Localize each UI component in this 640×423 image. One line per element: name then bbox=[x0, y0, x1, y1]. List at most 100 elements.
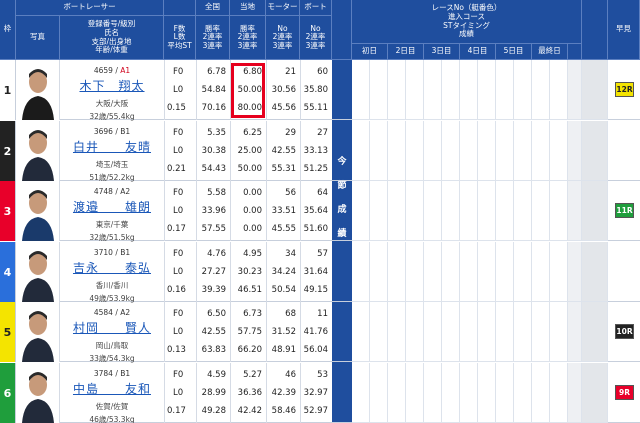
racer-row: 6 3784 / B1 中島 友和 佐賀/佐賀 46歳/53.3kg F0 L0… bbox=[0, 363, 640, 423]
boat-rates: 53 32.97 52.97 bbox=[300, 363, 332, 423]
boat-3-rate: 52.97 bbox=[303, 406, 328, 416]
fl-st: F0 L0 0.15 bbox=[164, 60, 196, 120]
motor-2-rate: 42.55 bbox=[271, 146, 296, 156]
result-cell bbox=[514, 242, 532, 302]
national-2-rate: 27.27 bbox=[201, 267, 226, 277]
local-3-rate: 42.42 bbox=[237, 406, 262, 416]
result-cell bbox=[406, 302, 424, 362]
racer-name-link[interactable]: 渡邉 雄朗 bbox=[60, 198, 164, 215]
result-cell bbox=[514, 181, 532, 241]
national-win-rate: 4.59 bbox=[207, 370, 226, 380]
result-cell bbox=[514, 60, 532, 120]
racer-photo-icon bbox=[22, 251, 54, 302]
result-cell-extra bbox=[568, 181, 582, 241]
local-rates: 0.00 0.00 0.00 bbox=[230, 181, 266, 241]
result-cell bbox=[532, 181, 550, 241]
result-cell bbox=[460, 60, 478, 120]
result-cell-extra bbox=[568, 60, 582, 120]
hayami-race-badge[interactable]: 12R bbox=[615, 82, 634, 97]
national-2-rate: 28.99 bbox=[201, 388, 226, 398]
motor-number: 56 bbox=[285, 188, 296, 198]
national-win-rate: 5.58 bbox=[207, 188, 226, 198]
waku-number: 4 bbox=[0, 242, 16, 302]
local-rates: 6.25 25.00 50.00 bbox=[230, 121, 266, 181]
racer-info: 3784 / B1 中島 友和 佐賀/佐賀 46歳/53.3kg bbox=[60, 363, 164, 423]
national-rates: 5.58 33.96 57.55 bbox=[196, 181, 230, 241]
racer-name-link[interactable]: 中島 友和 bbox=[60, 380, 164, 397]
header-day-4: 4日目 bbox=[460, 44, 496, 60]
racer-row: 1 4659 / A1 木下 翔太 大阪/大阪 32歳/55.4kg F0 L0… bbox=[0, 60, 640, 121]
boat-rates: 57 31.64 49.15 bbox=[300, 242, 332, 302]
boat-3-rate: 51.60 bbox=[303, 224, 328, 234]
result-cell bbox=[352, 60, 370, 120]
racer-info: 3696 / B1 白井 友晴 埼玉/埼玉 51歳/52.2kg bbox=[60, 121, 164, 182]
local-win-rate: 6.73 bbox=[243, 309, 262, 319]
result-cell bbox=[496, 181, 514, 241]
racer-name-link[interactable]: 白井 友晴 bbox=[60, 138, 164, 155]
result-cell bbox=[388, 302, 406, 362]
boat-2-rate: 35.64 bbox=[303, 206, 328, 216]
result-cell bbox=[370, 181, 388, 241]
local-2-rate: 57.75 bbox=[237, 327, 262, 337]
result-cell bbox=[352, 181, 370, 241]
header-fl-top bbox=[164, 0, 196, 16]
racer-class: A1 bbox=[120, 66, 131, 75]
header-photo: 写真 bbox=[16, 16, 60, 60]
racer-name-link[interactable]: 木下 翔太 bbox=[60, 77, 164, 94]
header-day-3: 3日目 bbox=[424, 44, 460, 60]
result-cell bbox=[550, 60, 568, 120]
waku-number: 6 bbox=[0, 363, 16, 423]
racer-photo-icon bbox=[22, 130, 54, 181]
racer-name-link[interactable]: 吉永 泰弘 bbox=[60, 259, 164, 276]
result-cell bbox=[496, 60, 514, 120]
result-gap bbox=[582, 60, 608, 120]
motor-rates: 68 31.52 48.91 bbox=[266, 302, 300, 362]
header-day-2: 2日目 bbox=[388, 44, 424, 60]
result-cell bbox=[460, 302, 478, 362]
racer-name-link[interactable]: 村岡 賢人 bbox=[60, 319, 164, 336]
boat-number: 53 bbox=[317, 370, 328, 380]
result-cell bbox=[550, 302, 568, 362]
boat-2-rate: 41.76 bbox=[303, 327, 328, 337]
f-count: F0 bbox=[173, 128, 184, 138]
motor-rates: 56 33.51 45.55 bbox=[266, 181, 300, 241]
racer-home: 香川/香川 bbox=[95, 281, 129, 290]
result-cell bbox=[442, 181, 460, 241]
hayami-race-badge[interactable]: 11R bbox=[615, 203, 634, 218]
result-cell-extra bbox=[568, 242, 582, 302]
f-count: F0 bbox=[173, 309, 184, 319]
motor-rates: 21 30.56 45.56 bbox=[266, 60, 300, 120]
header-gap bbox=[582, 0, 608, 60]
racer-photo bbox=[16, 60, 60, 120]
result-cell bbox=[514, 363, 532, 423]
local-win-rate: 5.27 bbox=[243, 370, 262, 380]
result-cell bbox=[442, 60, 460, 120]
racer-reg-number: 4748 bbox=[93, 187, 113, 196]
result-cell bbox=[514, 302, 532, 362]
result-cell bbox=[532, 363, 550, 423]
local-win-rate: 0.00 bbox=[243, 188, 262, 198]
national-win-rate: 6.50 bbox=[207, 309, 226, 319]
boat-3-rate: 55.11 bbox=[303, 103, 328, 113]
national-2-rate: 30.38 bbox=[201, 146, 226, 156]
l-count: L0 bbox=[173, 206, 184, 216]
result-cell bbox=[424, 363, 442, 423]
f-count: F0 bbox=[173, 67, 184, 77]
national-3-rate: 49.28 bbox=[201, 406, 226, 416]
boat-rates: 11 41.76 56.04 bbox=[300, 302, 332, 362]
local-3-rate: 50.00 bbox=[237, 164, 262, 174]
racer-photo-icon bbox=[22, 69, 54, 120]
national-rates: 5.35 30.38 54.43 bbox=[196, 121, 230, 181]
hayami-race-badge[interactable]: 9R bbox=[615, 385, 634, 400]
motor-2-rate: 42.39 bbox=[271, 388, 296, 398]
fl-st: F0 L0 0.21 bbox=[164, 121, 196, 181]
header-day-1: 初日 bbox=[352, 44, 388, 60]
racer-class: A2 bbox=[120, 187, 131, 196]
boat-2-rate: 32.97 bbox=[303, 388, 328, 398]
national-rates: 6.78 54.84 70.16 bbox=[196, 60, 230, 120]
f-count: F0 bbox=[173, 370, 184, 380]
result-cell bbox=[352, 242, 370, 302]
hayami-race-badge[interactable]: 10R bbox=[615, 324, 634, 339]
result-cell bbox=[442, 302, 460, 362]
avg-st: 0.21 bbox=[167, 164, 186, 174]
